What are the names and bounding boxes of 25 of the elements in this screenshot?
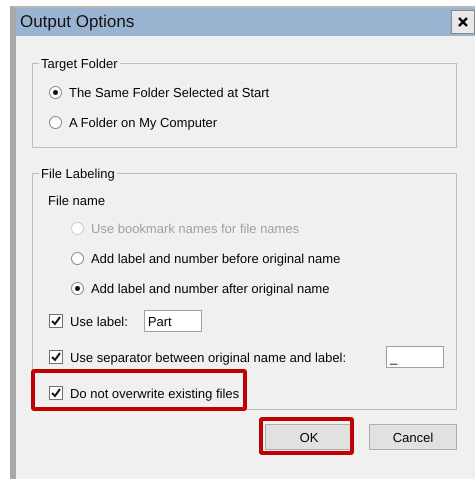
option-label: Use bookmark names for file names (91, 220, 300, 236)
dialog-button[interactable]: Cancel (369, 424, 457, 450)
checkbox[interactable] (49, 350, 63, 364)
checkbox-label: Use separator between original name and label: (70, 350, 346, 364)
checkbox-label: Do not overwrite existing files (70, 386, 240, 400)
option-label: A Folder on My Computer (69, 114, 218, 130)
section-label: File name (47, 192, 106, 210)
radio-button[interactable] (71, 252, 84, 264)
option-label: The Same Folder Selected at Start (69, 84, 270, 100)
checkbox[interactable] (49, 314, 63, 328)
option-label: Add label and number after original name (91, 280, 330, 296)
radio-button[interactable] (49, 116, 62, 128)
radio-button[interactable] (71, 282, 84, 294)
group-title: File Labeling (40, 166, 116, 181)
dialog-button[interactable]: OK (265, 424, 353, 450)
checkbox[interactable] (49, 386, 63, 400)
close-icon (458, 17, 468, 27)
window-title: Output Options (20, 12, 134, 32)
checkbox-label: Use label: (70, 314, 128, 328)
text-field[interactable]: _ (386, 346, 444, 368)
group-title: Target Folder (40, 56, 119, 71)
radio-button[interactable] (49, 86, 62, 98)
close-button[interactable] (451, 10, 475, 34)
text-field[interactable]: Part (144, 310, 202, 332)
option-label: Add label and number before original name (91, 250, 340, 266)
